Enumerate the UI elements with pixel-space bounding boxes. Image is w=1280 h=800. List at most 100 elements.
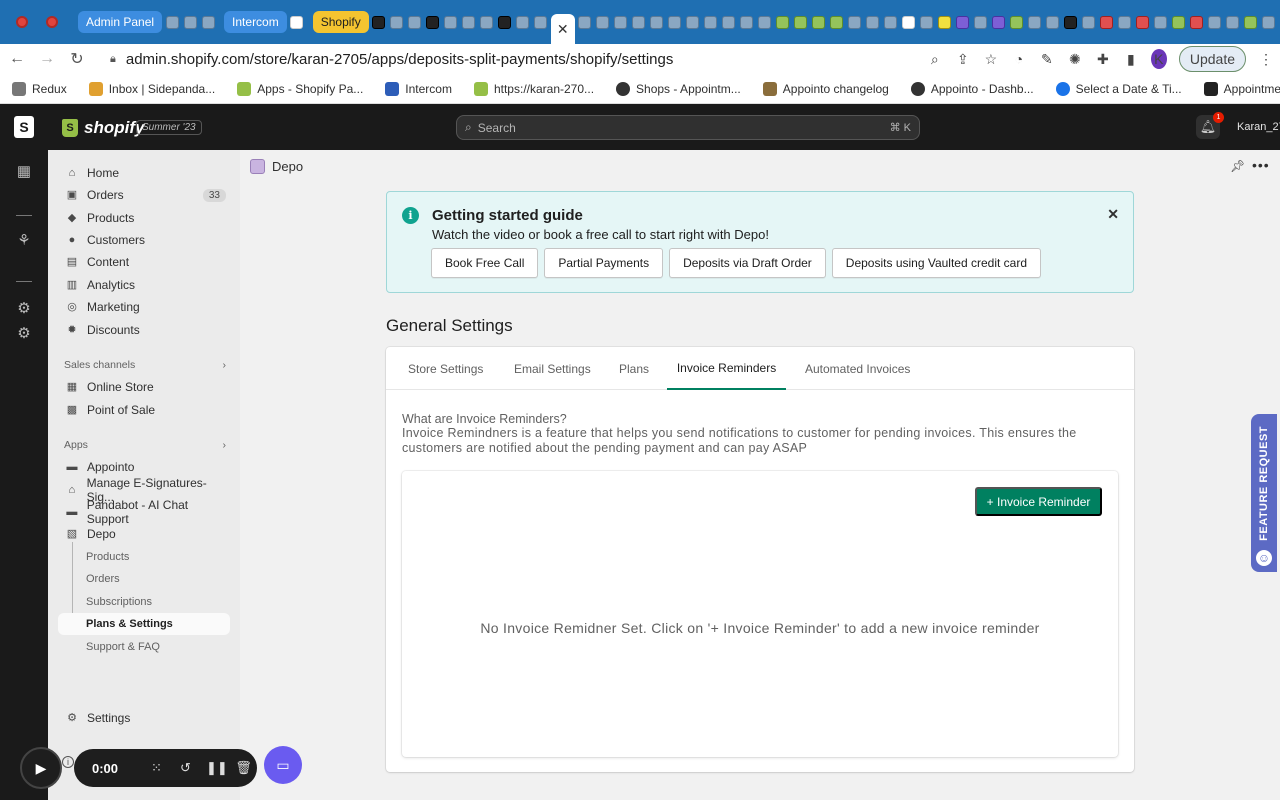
apps-gear-icon[interactable]: ⚙ — [15, 326, 33, 342]
network-icon[interactable]: ⚘ — [15, 233, 33, 249]
share-icon[interactable]: ⇪ — [955, 51, 971, 68]
tab-favicon[interactable] — [1244, 15, 1258, 29]
sales-channels-heading[interactable]: Sales channels › — [64, 359, 226, 371]
tab-favicon[interactable] — [758, 15, 772, 29]
sidebar-item-appointo[interactable]: ▬ Appointo — [58, 456, 230, 478]
bookmark-item[interactable]: Redux — [12, 81, 67, 96]
sidebar-item-depo[interactable]: ▧ Depo — [58, 523, 230, 545]
tab-store-settings[interactable]: Store Settings — [408, 347, 483, 390]
tab-favicon[interactable] — [1136, 15, 1150, 29]
reload-icon[interactable]: ↻ — [64, 49, 90, 69]
sidebar-item-home[interactable]: ⌂ Home — [58, 162, 230, 184]
bookmark-item[interactable]: Appointo changelog — [762, 81, 889, 96]
sidebar-subitem-products[interactable]: Products — [86, 546, 230, 568]
extension-gear-icon[interactable]: ✺ — [1067, 51, 1083, 68]
sidebar-subitem-orders[interactable]: Orders — [86, 568, 230, 590]
tab-favicon[interactable] — [462, 15, 476, 29]
sidebar-item-customers[interactable]: ● Customers — [58, 229, 230, 251]
tab-favicon[interactable] — [938, 15, 952, 29]
tab-favicon[interactable] — [686, 15, 700, 29]
tab-favicon[interactable] — [596, 15, 610, 29]
tab-favicon[interactable] — [992, 15, 1006, 29]
tab-favicon[interactable] — [1172, 15, 1186, 29]
book-free-call-button[interactable]: Book Free Call — [431, 248, 539, 278]
sidebar-item-marketing[interactable]: ◎ Marketing — [58, 296, 230, 318]
bookmark-item[interactable]: Inbox | Sidepanda... — [88, 81, 215, 96]
tab-favicon[interactable] — [444, 15, 458, 29]
bookmark-item[interactable]: Appointment Boo... — [1203, 81, 1280, 96]
forward-arrow-icon[interactable]: → — [34, 50, 60, 68]
sidebar-subitem-plans-settings[interactable]: Plans & Settings — [58, 613, 230, 635]
sidebar-item-pandabot[interactable]: ▬ Pandabot - AI Chat Support — [58, 498, 230, 526]
tab-favicon[interactable] — [1064, 15, 1078, 29]
tab-favicon[interactable] — [920, 15, 934, 29]
tab-favicon[interactable] — [578, 15, 592, 29]
sidebar-item-settings[interactable]: ⚙ Settings — [58, 707, 230, 729]
tab-favicon[interactable] — [956, 15, 970, 29]
bookmark-item[interactable]: Intercom — [385, 81, 452, 96]
store-menu[interactable]: Karan_27 — [1237, 121, 1280, 133]
shopify-logo[interactable]: S shopify — [62, 118, 144, 138]
tab-favicon[interactable] — [812, 15, 826, 29]
tab-favicon[interactable] — [740, 15, 754, 29]
tab-favicon[interactable] — [390, 15, 404, 29]
bookmark-item[interactable]: https://karan-270... — [473, 81, 594, 96]
sidebar-item-content[interactable]: ▤ Content — [58, 251, 230, 273]
camera-icon[interactable]: ▶ — [20, 747, 62, 789]
tab-favicon[interactable] — [183, 15, 197, 29]
add-invoice-reminder-button[interactable]: + Invoice Reminder — [975, 487, 1102, 516]
notifications-bell-icon[interactable]: 🔔︎ 1 — [1196, 112, 1224, 139]
restart-icon[interactable]: ↺ — [177, 760, 194, 776]
tab-favicon[interactable] — [830, 15, 844, 29]
url-field[interactable]: 🔒︎ admin.shopify.com/store/karan-2705/ap… — [110, 51, 927, 68]
bookmark-item[interactable]: Appointo - Dashb... — [910, 81, 1034, 96]
tab-favicon[interactable] — [165, 15, 179, 29]
tab-favicon[interactable] — [1226, 15, 1240, 29]
tab-favicon[interactable] — [426, 15, 440, 29]
sidebar-subitem-subscriptions[interactable]: Subscriptions — [86, 591, 230, 613]
tab-favicon[interactable] — [650, 15, 664, 29]
deposits-draft-order-button[interactable]: Deposits via Draft Order — [669, 248, 826, 278]
tab-favicon[interactable] — [884, 15, 898, 29]
tab-favicon[interactable] — [1082, 15, 1096, 29]
partial-payments-button[interactable]: Partial Payments — [544, 248, 664, 278]
tab-favicon[interactable] — [902, 15, 916, 29]
shopify-bag-icon[interactable]: S — [14, 116, 34, 138]
tab-plans[interactable]: Plans — [619, 347, 649, 390]
tab-favicon[interactable] — [408, 15, 422, 29]
back-arrow-icon[interactable]: ← — [4, 50, 30, 68]
bookmark-item[interactable]: Shops - Appointm... — [616, 81, 741, 96]
update-button[interactable]: Update — [1178, 46, 1246, 72]
tab-group-intercom[interactable]: Intercom — [224, 11, 287, 33]
tab-favicon[interactable] — [1028, 15, 1042, 29]
tab-favicon[interactable] — [1046, 15, 1060, 29]
sidebar-item-orders[interactable]: ▣ Orders 33 — [58, 184, 230, 206]
grid-icon[interactable]: ▦ — [15, 164, 33, 180]
tab-favicon[interactable] — [668, 15, 682, 29]
drag-grid-icon[interactable]: ⁙ — [148, 760, 165, 776]
tab-favicon[interactable] — [372, 15, 386, 29]
pin-icon[interactable]: 📌︎ — [1230, 159, 1245, 173]
sidebar-subitem-support-faq[interactable]: Support & FAQ — [86, 636, 230, 658]
tab-group-admin-panel[interactable]: Admin Panel — [78, 11, 163, 33]
sidebar-item-analytics[interactable]: ▥ Analytics — [58, 274, 230, 296]
extension-pen-icon[interactable]: ✎ — [1039, 51, 1055, 68]
sidebar-item-products[interactable]: ◆ Products — [58, 207, 230, 229]
tab-favicon[interactable] — [1208, 15, 1222, 29]
tab-favicon[interactable] — [1010, 15, 1024, 29]
close-icon[interactable]: ✕ — [1107, 206, 1119, 223]
tab-favicon[interactable] — [290, 15, 304, 29]
tab-favicon[interactable] — [516, 15, 530, 29]
tab-automated-invoices[interactable]: Automated Invoices — [805, 347, 910, 390]
tab-favicon[interactable] — [1154, 15, 1168, 29]
sidebar-item-discounts[interactable]: ✹ Discounts — [58, 319, 230, 341]
trash-icon[interactable]: 🗑︎ — [235, 760, 252, 776]
edition-badge[interactable]: Summer '23 — [136, 120, 202, 135]
tab-favicon[interactable] — [201, 15, 215, 29]
bookmark-star-icon[interactable]: ☆ — [983, 51, 999, 68]
tab-invoice-reminders[interactable]: Invoice Reminders — [667, 347, 786, 390]
sidebar-item-online-store[interactable]: ▦ Online Store — [58, 376, 230, 398]
pause-icon[interactable]: ❚❚ — [206, 760, 228, 776]
apps-heading[interactable]: Apps › — [64, 439, 226, 451]
zoom-icon[interactable]: ⌕ — [927, 51, 943, 68]
